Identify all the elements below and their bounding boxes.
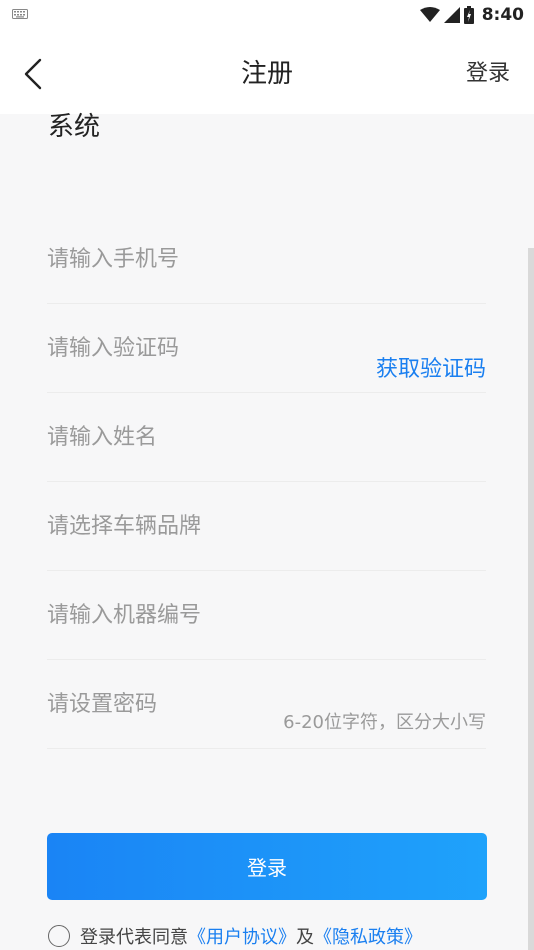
verification-code-input[interactable] bbox=[47, 304, 347, 392]
agreement-conjunction: 及 bbox=[296, 927, 314, 948]
phone-row bbox=[47, 215, 486, 304]
phone-input[interactable] bbox=[47, 215, 486, 303]
section-heading: 系统 bbox=[48, 112, 101, 142]
app-screen: 8:40 注册 登录 系统 获取验证码 6-20位字符，区分大小写 登录 bbox=[0, 0, 534, 950]
brand-row bbox=[47, 482, 486, 571]
status-bar: 8:40 bbox=[0, 0, 534, 30]
password-hint: 6-20位字符，区分大小写 bbox=[283, 712, 486, 733]
agreement-row: 登录代表同意 《用户协议》 及 《隐私政策》 bbox=[48, 922, 422, 950]
code-row: 获取验证码 bbox=[47, 304, 486, 393]
keyboard-icon bbox=[12, 9, 28, 19]
name-input[interactable] bbox=[47, 393, 486, 481]
agreement-prefix: 登录代表同意 bbox=[80, 927, 188, 948]
vehicle-brand-select[interactable] bbox=[47, 482, 486, 570]
privacy-policy-link[interactable]: 《隐私政策》 bbox=[314, 923, 422, 949]
login-link[interactable]: 登录 bbox=[466, 58, 510, 90]
machine-number-input[interactable] bbox=[47, 571, 486, 659]
nav-header: 注册 登录 bbox=[0, 30, 534, 114]
user-agreement-link[interactable]: 《用户协议》 bbox=[188, 923, 296, 949]
wifi-icon bbox=[419, 7, 440, 22]
password-input[interactable] bbox=[47, 660, 247, 748]
agreement-radio[interactable] bbox=[48, 925, 70, 947]
login-button[interactable]: 登录 bbox=[47, 833, 487, 900]
get-code-button[interactable]: 获取验证码 bbox=[376, 351, 486, 383]
status-icons: 8:40 bbox=[419, 3, 524, 27]
machine-row bbox=[47, 571, 486, 660]
scrollbar[interactable] bbox=[528, 248, 534, 950]
status-time: 8:40 bbox=[481, 5, 524, 25]
signal-icon bbox=[443, 7, 460, 23]
name-row bbox=[47, 393, 486, 482]
password-row: 6-20位字符，区分大小写 bbox=[47, 660, 486, 749]
page-title: 注册 bbox=[240, 59, 293, 89]
battery-icon bbox=[463, 6, 474, 24]
